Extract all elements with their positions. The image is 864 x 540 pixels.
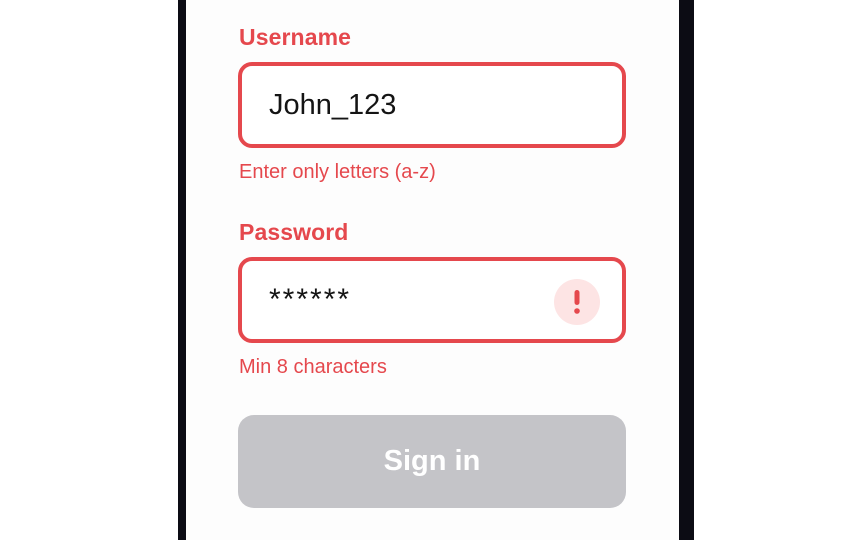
- password-value[interactable]: ******: [269, 261, 351, 339]
- device-bezel-right: [679, 0, 694, 540]
- password-label: Password: [239, 219, 349, 245]
- password-field[interactable]: ******: [238, 257, 626, 343]
- username-label: Username: [239, 24, 352, 50]
- password-error-message: Min 8 characters: [239, 356, 387, 378]
- username-error-message: Enter only letters (a-z): [239, 161, 436, 183]
- error-exclamation-icon: [554, 279, 600, 325]
- username-value[interactable]: John_123: [269, 66, 396, 144]
- sign-in-button[interactable]: Sign in: [238, 415, 626, 508]
- device-bezel-left: [178, 0, 186, 540]
- app-viewport: Username John_123 Enter only letters (a-…: [0, 0, 864, 540]
- username-field[interactable]: John_123: [238, 62, 626, 148]
